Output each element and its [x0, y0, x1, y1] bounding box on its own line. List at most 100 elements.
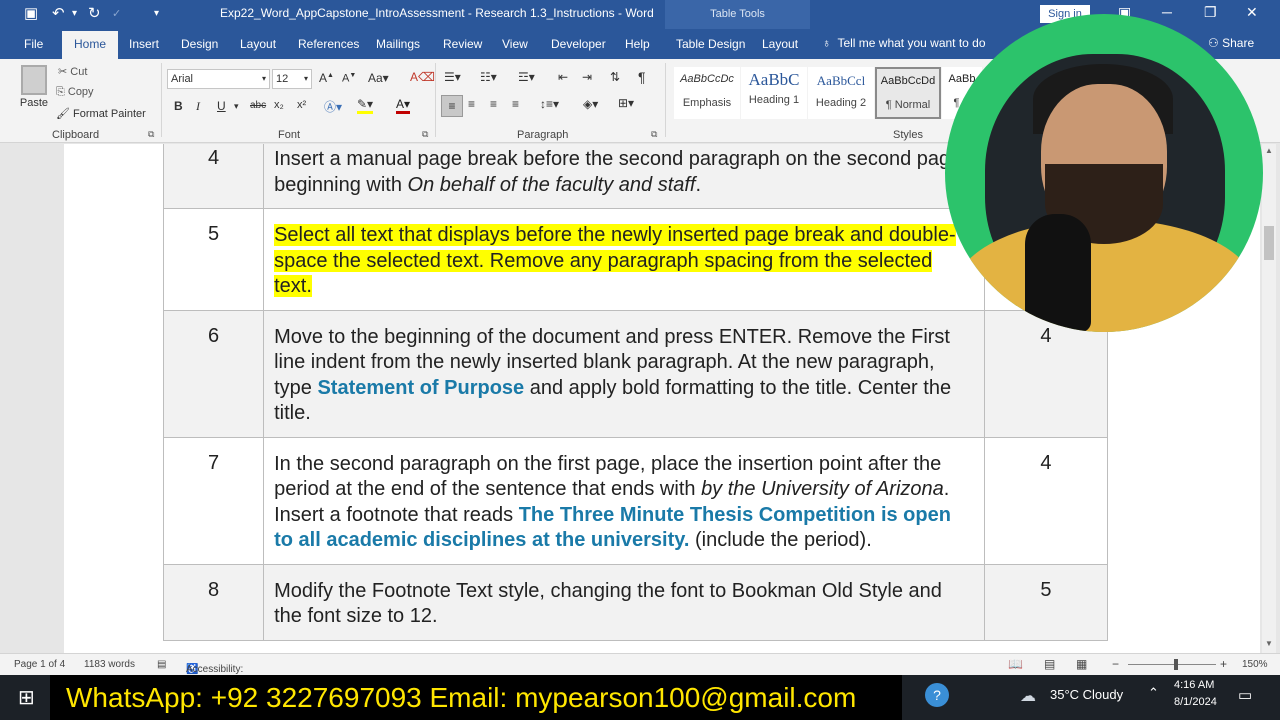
step-number[interactable]: 4	[162, 144, 265, 209]
step-number[interactable]: 7	[162, 436, 265, 565]
shading-icon[interactable]: ◈▾	[583, 97, 598, 111]
paragraph-launcher-icon[interactable]: ⧉	[651, 129, 657, 140]
step-points[interactable]: 5	[983, 563, 1109, 641]
clock-date[interactable]: 8/1/2024	[1174, 696, 1217, 708]
scroll-up-icon[interactable]: ▲	[1265, 146, 1273, 155]
word-count[interactable]: 1183 words	[84, 659, 135, 670]
underline-button[interactable]: U	[217, 99, 226, 113]
tab-table-layout[interactable]: Layout	[762, 37, 798, 51]
undo-dropdown-icon[interactable]: ▾	[72, 4, 77, 24]
align-left-button[interactable]: ≡	[441, 95, 463, 117]
print-layout-icon[interactable]: ▤	[1044, 657, 1055, 671]
show-formatting-icon[interactable]: ¶	[638, 69, 646, 85]
grow-font-icon[interactable]: A▲	[319, 71, 334, 85]
font-color-icon[interactable]: A▾	[396, 97, 411, 114]
font-size-box[interactable]: 12 ▾	[272, 69, 312, 89]
style-heading-2[interactable]: AaBbCcl Heading 2	[808, 67, 874, 119]
text-effects-icon[interactable]: Ⓐ▾	[324, 98, 342, 115]
tell-me-search[interactable]: ♁ Tell me what you want to do	[822, 36, 986, 50]
strikethrough-button[interactable]: abc	[250, 100, 266, 111]
superscript-button[interactable]: x²	[297, 99, 306, 111]
tab-insert[interactable]: Insert	[129, 37, 159, 51]
windows-start-icon[interactable]: ⊞	[18, 685, 35, 710]
underline-dropdown-icon[interactable]: ▾	[234, 101, 239, 112]
separator	[435, 63, 436, 137]
tab-home[interactable]: Home	[62, 31, 119, 59]
vertical-scrollbar[interactable]: ▲ ▼	[1262, 144, 1276, 653]
justify-button[interactable]: ≡	[512, 97, 519, 111]
page-count[interactable]: Page 1 of 4	[14, 659, 65, 670]
chevron-up-icon[interactable]: ⌃	[1148, 685, 1159, 701]
align-right-button[interactable]: ≡	[490, 97, 497, 111]
step-instruction[interactable]: Modify the Footnote Text style, changing…	[263, 563, 985, 641]
highlight-color-icon[interactable]: ✎▾	[357, 97, 374, 114]
step-instruction[interactable]: Insert a manual page break before the se…	[263, 144, 985, 209]
save-icon[interactable]: ▣	[24, 4, 38, 24]
cut-button[interactable]: ✂ Cut	[58, 65, 87, 78]
tab-developer[interactable]: Developer	[551, 37, 606, 51]
font-name-box[interactable]: Arial ▾	[167, 69, 270, 89]
weather-icon[interactable]: ☁	[1020, 686, 1036, 706]
bold-button[interactable]: B	[174, 99, 183, 113]
minimize-icon[interactable]: ─	[1162, 4, 1172, 20]
tab-references[interactable]: References	[298, 37, 359, 51]
web-layout-icon[interactable]: ▦	[1076, 657, 1087, 671]
step-points[interactable]: 4	[983, 436, 1109, 565]
tab-layout[interactable]: Layout	[240, 37, 276, 51]
zoom-slider[interactable]	[1128, 659, 1216, 670]
step-instruction[interactable]: In the second paragraph on the first pag…	[263, 436, 985, 565]
line-spacing-icon[interactable]: ↕≡▾	[540, 97, 559, 111]
tab-review[interactable]: Review	[443, 37, 482, 51]
step-instruction[interactable]: Select all text that displays before the…	[263, 208, 985, 311]
redo-icon[interactable]: ↻	[88, 4, 101, 24]
zoom-level[interactable]: 150%	[1242, 659, 1268, 670]
change-case-icon[interactable]: Aa▾	[368, 71, 389, 85]
copy-button[interactable]: ⎘ Copy	[56, 86, 94, 99]
decrease-indent-icon[interactable]: ⇤	[558, 70, 568, 84]
step-number[interactable]: 8	[162, 563, 265, 641]
font-launcher-icon[interactable]: ⧉	[422, 129, 428, 140]
tab-table-design[interactable]: Table Design	[676, 37, 745, 51]
format-painter-button[interactable]: 🖌 Format Painter	[56, 107, 146, 120]
weather-text[interactable]: 35°C Cloudy	[1050, 687, 1123, 702]
close-icon[interactable]: ✕	[1246, 4, 1258, 21]
zoom-slider-thumb[interactable]	[1174, 659, 1178, 670]
scroll-down-icon[interactable]: ▼	[1265, 639, 1273, 648]
scrollbar-thumb[interactable]	[1264, 226, 1274, 260]
step-number[interactable]: 5	[162, 208, 265, 311]
tab-file[interactable]: File	[24, 37, 43, 51]
notifications-icon[interactable]: ▭	[1238, 686, 1252, 704]
read-mode-icon[interactable]: 📖	[1008, 657, 1023, 671]
share-button[interactable]: ⚇ Share	[1208, 36, 1254, 50]
style-normal[interactable]: AaBbCcDd ¶ Normal	[875, 67, 941, 119]
customize-quick-access-icon[interactable]: ▾	[154, 4, 159, 24]
increase-indent-icon[interactable]: ⇥	[582, 70, 592, 84]
zoom-in-icon[interactable]: +	[1220, 657, 1227, 671]
proofing-icon[interactable]: ▤	[157, 659, 166, 670]
undo-icon[interactable]: ↶	[52, 4, 65, 24]
clock-time[interactable]: 4:16 AM	[1174, 679, 1214, 691]
shrink-font-icon[interactable]: A▼	[342, 72, 356, 85]
restore-icon[interactable]: ❐	[1204, 4, 1217, 21]
step-instruction[interactable]: Move to the beginning of the document an…	[263, 309, 985, 438]
clipboard-launcher-icon[interactable]: ⧉	[148, 129, 154, 140]
multilevel-list-icon[interactable]: ☲▾	[518, 70, 535, 84]
paste-button[interactable]: Paste	[16, 63, 52, 123]
align-center-button[interactable]: ≡	[468, 97, 475, 111]
zoom-out-icon[interactable]: −	[1112, 657, 1119, 671]
tab-mailings[interactable]: Mailings	[376, 37, 420, 51]
numbering-icon[interactable]: ☷▾	[480, 70, 497, 84]
sort-icon[interactable]: ⇅	[610, 70, 620, 84]
italic-button[interactable]: I	[196, 99, 200, 114]
step-number[interactable]: 6	[162, 309, 265, 438]
style-heading-1[interactable]: AaBbC Heading 1	[741, 67, 807, 119]
borders-icon[interactable]: ⊞▾	[618, 96, 634, 110]
subscript-button[interactable]: x₂	[274, 99, 284, 111]
tab-view[interactable]: View	[502, 37, 528, 51]
clear-formatting-icon[interactable]: A⌫	[410, 70, 435, 84]
style-emphasis[interactable]: AaBbCcDc Emphasis	[674, 67, 740, 119]
tab-design[interactable]: Design	[181, 37, 218, 51]
bullets-icon[interactable]: ☰▾	[444, 70, 461, 84]
tab-help[interactable]: Help	[625, 37, 650, 51]
help-app-icon[interactable]: ?	[925, 683, 949, 707]
